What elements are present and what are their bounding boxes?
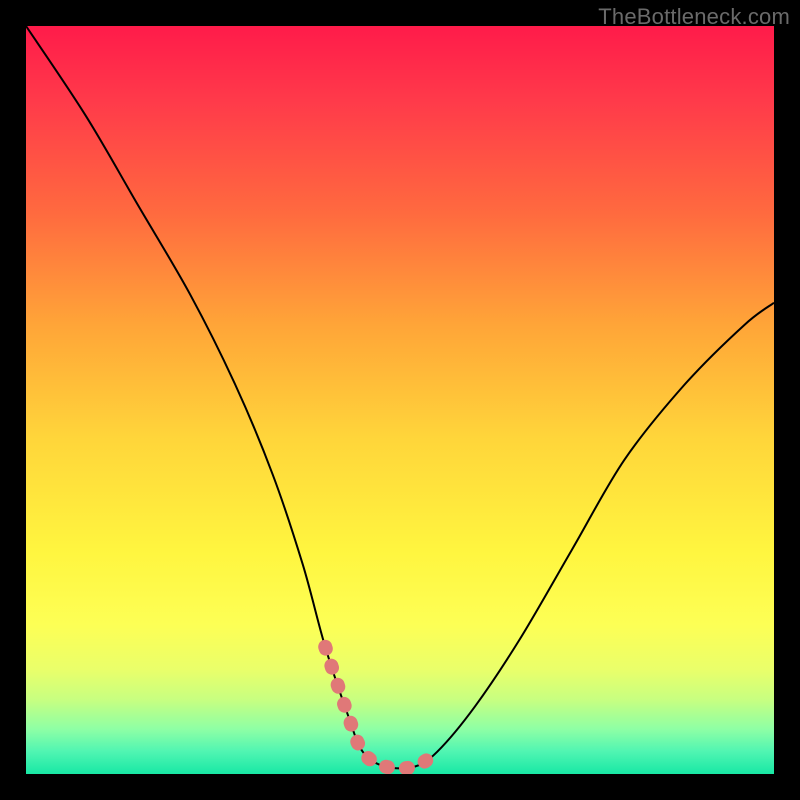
watermark-text: TheBottleneck.com — [598, 4, 790, 30]
chart-area — [26, 26, 774, 774]
bottleneck-curve — [26, 26, 774, 774]
